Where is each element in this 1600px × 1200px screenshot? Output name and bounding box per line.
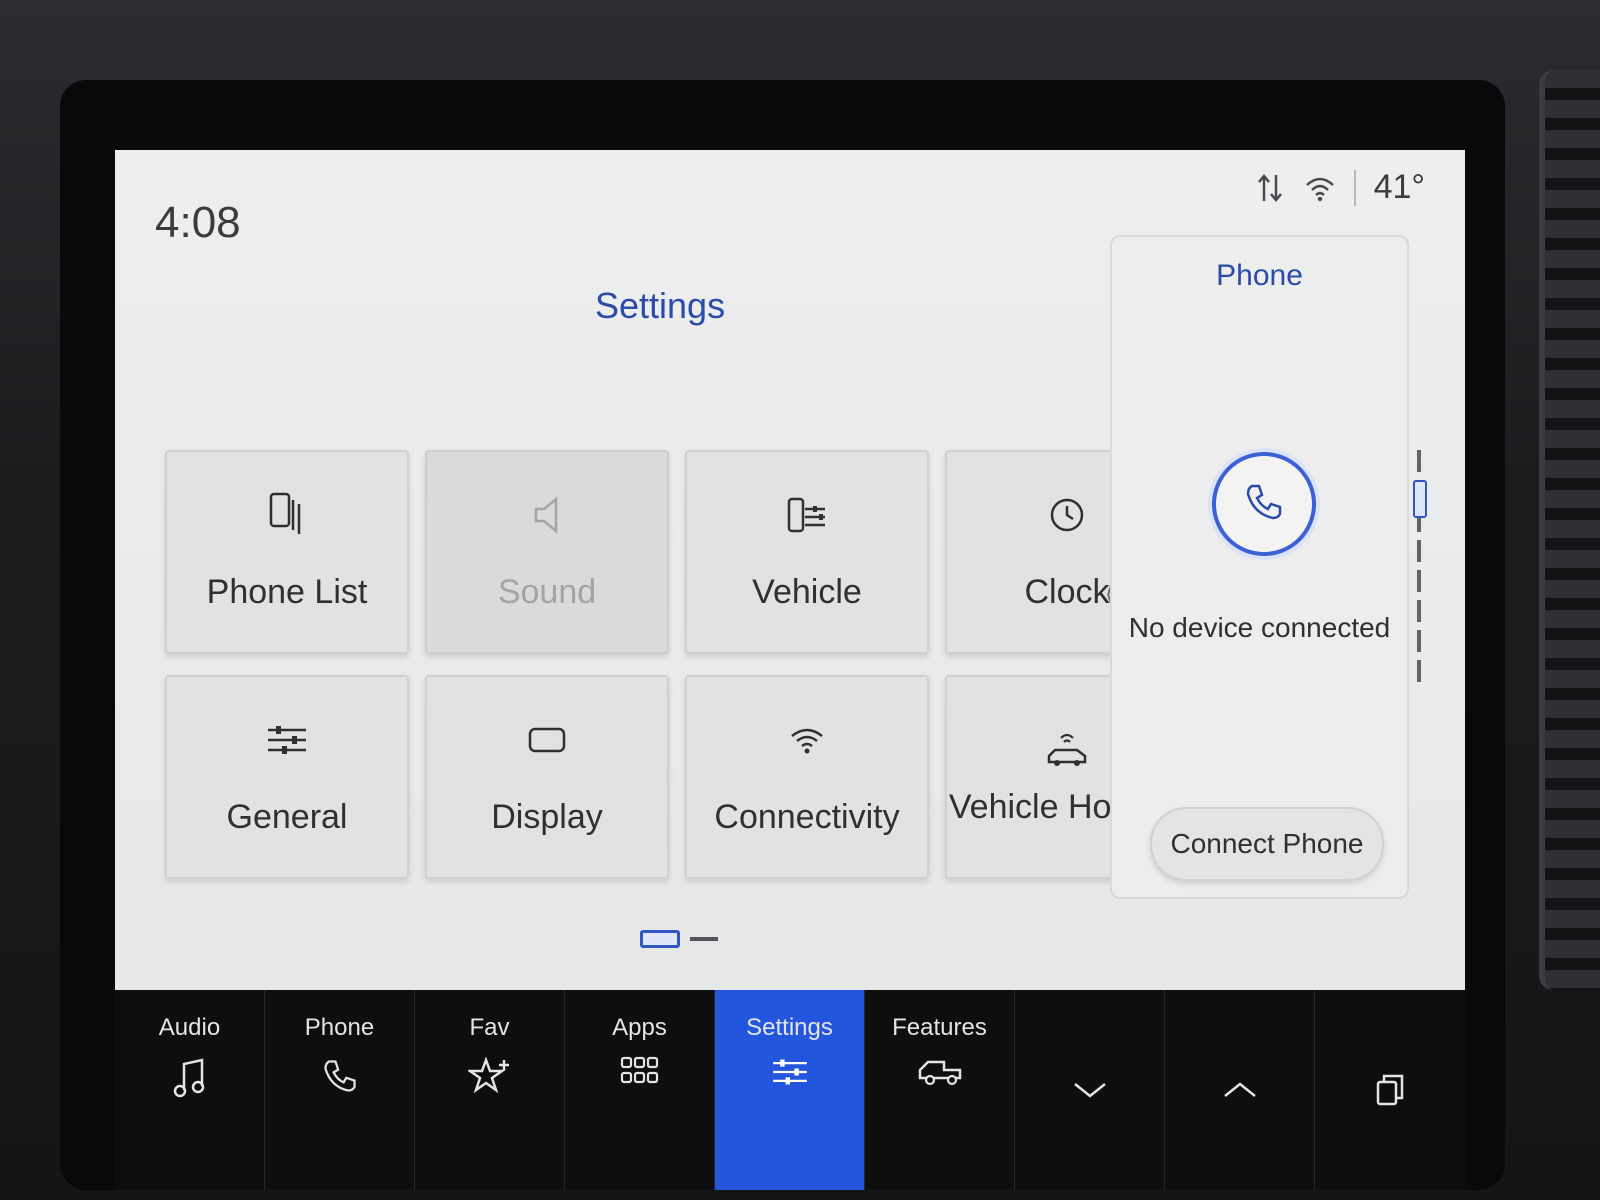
tile-label: Phone List <box>206 573 368 611</box>
display-icon <box>524 717 570 763</box>
tile-display[interactable]: Display <box>425 675 669 879</box>
connect-phone-button[interactable]: Connect Phone <box>1150 807 1384 881</box>
tile-label: Clock <box>1024 573 1110 611</box>
wifi-icon <box>784 717 830 763</box>
truck-icon <box>918 1056 962 1086</box>
clock-icon <box>1044 492 1090 538</box>
sliders-icon <box>264 717 310 763</box>
page-dot[interactable] <box>690 937 718 941</box>
page-title: Settings <box>595 285 726 326</box>
nav-settings[interactable]: Settings <box>715 990 865 1190</box>
bottom-nav: Audio Phone Fav Apps Settings Features <box>115 990 1465 1190</box>
vehicle-settings-icon <box>784 492 830 538</box>
nav-features[interactable]: Features <box>865 990 1015 1190</box>
tile-label: General <box>226 798 348 836</box>
status-divider <box>1353 169 1356 206</box>
phone-status: No device connected <box>1128 612 1391 643</box>
phone-list-icon <box>264 492 310 538</box>
phone-panel: Phone No device connected Connect Phone <box>1110 235 1409 899</box>
tile-sound[interactable]: Sound <box>425 450 669 654</box>
nav-copy-screen[interactable] <box>1315 990 1465 1190</box>
nav-chevron-down[interactable] <box>1015 990 1165 1190</box>
panel-scrollbar-thumb[interactable] <box>1413 480 1427 518</box>
music-note-icon <box>172 1056 208 1100</box>
nav-chevron-up[interactable] <box>1165 990 1315 1190</box>
tile-label: Display <box>491 798 603 836</box>
nav-label: Fav <box>469 1014 510 1041</box>
chevron-down-icon <box>1072 1080 1108 1100</box>
air-vent <box>1539 70 1600 990</box>
apps-grid-icon <box>620 1056 660 1086</box>
tile-label: Connectivity <box>714 798 900 836</box>
nav-apps[interactable]: Apps <box>565 990 715 1190</box>
page-dot-active[interactable] <box>640 930 680 948</box>
chevron-up-icon <box>1222 1080 1258 1100</box>
outside-temperature: 41° <box>1373 168 1425 206</box>
nav-label: Features <box>892 1014 987 1041</box>
phone-panel-title: Phone <box>1216 259 1303 292</box>
nav-phone[interactable]: Phone <box>265 990 415 1190</box>
tile-general[interactable]: General <box>165 675 409 879</box>
tile-label: Vehicle <box>752 573 862 611</box>
infotainment-screen: 4:08 41° Settings Phone List Sound Vehic… <box>115 150 1465 1190</box>
copy-screen-icon <box>1375 1072 1405 1108</box>
page-indicator <box>640 930 718 948</box>
tile-label: Sound <box>497 573 597 611</box>
main-content: 4:08 41° Settings Phone List Sound Vehic… <box>115 150 1465 990</box>
nav-label: Apps <box>612 1014 667 1041</box>
tile-phone-list[interactable]: Phone List <box>165 450 409 654</box>
sliders-icon <box>770 1056 810 1088</box>
status-time: 4:08 <box>155 198 241 247</box>
nav-label: Audio <box>158 1014 221 1041</box>
tile-connectivity[interactable]: Connectivity <box>685 675 929 879</box>
nav-label: Settings <box>746 1014 833 1041</box>
nav-label: Phone <box>304 1014 375 1041</box>
nav-fav[interactable]: Fav <box>415 990 565 1190</box>
wifi-icon <box>1304 173 1336 203</box>
nav-audio[interactable]: Audio <box>115 990 265 1190</box>
phone-icon <box>1242 480 1286 529</box>
phone-icon <box>320 1056 360 1096</box>
star-plus-icon <box>467 1056 512 1096</box>
speaker-icon <box>524 492 570 538</box>
status-bar: 41° <box>1256 168 1425 207</box>
phone-call-button[interactable] <box>1212 452 1316 556</box>
signal-arrows-icon <box>1256 171 1286 205</box>
car-hotspot-icon <box>1044 727 1090 773</box>
tile-vehicle[interactable]: Vehicle <box>685 450 929 654</box>
